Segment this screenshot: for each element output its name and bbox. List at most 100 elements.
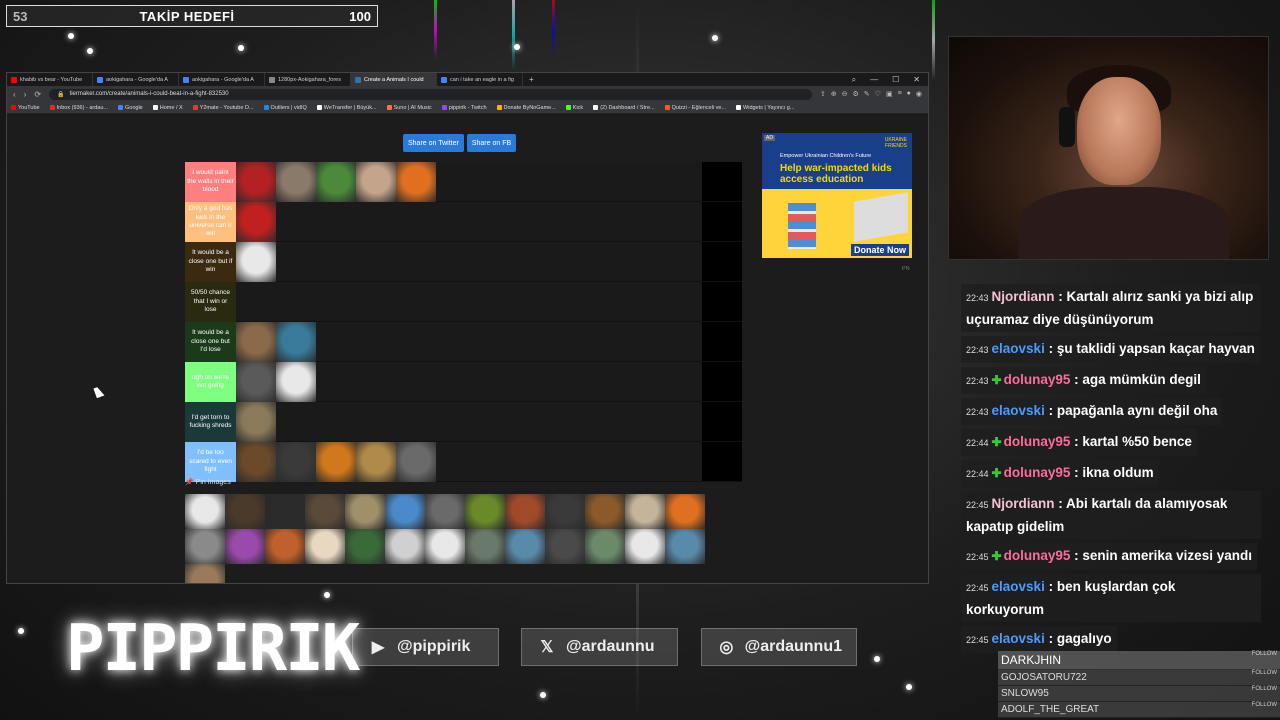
bookmark-item[interactable]: Y2mate - Youtube D...	[192, 105, 254, 111]
forward-icon[interactable]: ›	[24, 90, 27, 99]
chat-username[interactable]: elaovski	[992, 631, 1045, 646]
maximize-icon[interactable]: ☐	[892, 75, 899, 85]
bookmark-item[interactable]: Quizzi - Eğlenceli ve...	[664, 105, 726, 111]
extension-icon[interactable]: ⊖	[842, 90, 848, 98]
animal-image[interactable]	[396, 442, 436, 482]
extension-icon[interactable]: ▣	[886, 90, 893, 98]
bookmark-item[interactable]: Kick	[565, 105, 583, 111]
animal-image[interactable]	[276, 162, 316, 202]
animal-image[interactable]	[236, 322, 276, 362]
bookmark-item[interactable]: Inbox (936) - ardau...	[49, 105, 108, 111]
animal-image[interactable]	[276, 322, 316, 362]
animal-image[interactable]	[585, 494, 625, 529]
animal-image[interactable]	[305, 494, 345, 529]
animal-image[interactable]	[345, 494, 385, 529]
tier-settings[interactable]	[702, 162, 742, 201]
chat-username[interactable]: Njordiann	[992, 496, 1055, 511]
animal-image[interactable]	[585, 529, 625, 564]
reload-icon[interactable]: ⟳	[34, 90, 41, 99]
chat-username[interactable]: Njordiann	[992, 289, 1055, 304]
social-instagram-link[interactable]: ◎ @ardaunnu1	[701, 628, 857, 666]
bookmark-item[interactable]: Google	[118, 105, 143, 111]
tier-settings[interactable]	[702, 242, 742, 281]
animal-image[interactable]	[505, 494, 545, 529]
extension-icon[interactable]: ◉	[916, 90, 922, 98]
new-tab-button[interactable]: +	[523, 75, 540, 84]
animal-image[interactable]	[385, 494, 425, 529]
chat-username[interactable]: elaovski	[992, 341, 1045, 356]
tier-label[interactable]: 50/50 chance that I win or lose	[185, 282, 236, 322]
back-icon[interactable]: ‹	[13, 90, 16, 99]
bookmark-item[interactable]: Widgets | Yayıncı g...	[736, 105, 794, 111]
tab-search-icon[interactable]: ⌕	[852, 75, 856, 85]
animal-image[interactable]	[356, 162, 396, 202]
animal-image[interactable]	[345, 529, 385, 564]
tier-settings[interactable]	[702, 402, 742, 441]
extension-icon[interactable]: ●	[907, 90, 911, 98]
chat-username[interactable]: elaovski	[992, 579, 1045, 594]
bookmark-item[interactable]: Donate ByNoGame...	[496, 105, 556, 111]
url-field[interactable]: 🔒 tiermaker.com/create/animals-i-could-b…	[49, 88, 812, 100]
chat-username[interactable]: dolunay95	[1004, 465, 1071, 480]
bookmark-item[interactable]: Outliers | vidIQ	[263, 105, 307, 111]
animal-image[interactable]	[276, 442, 316, 482]
animal-image[interactable]	[425, 529, 465, 564]
animal-image[interactable]	[505, 529, 545, 564]
browser-tab[interactable]: khabib vs bear - YouTube	[7, 73, 93, 86]
animal-image[interactable]	[236, 402, 276, 442]
tier-label[interactable]: I would paint the walls in their blood	[185, 162, 236, 202]
tier-settings[interactable]	[702, 202, 742, 241]
animal-image[interactable]	[265, 529, 305, 564]
animal-image[interactable]	[225, 494, 265, 529]
minimize-icon[interactable]: —	[870, 75, 878, 85]
animal-image[interactable]	[236, 242, 276, 282]
animal-image[interactable]	[265, 494, 305, 529]
tier-settings[interactable]	[702, 362, 742, 401]
animal-image[interactable]	[236, 362, 276, 402]
animal-image[interactable]	[625, 494, 665, 529]
animal-image[interactable]	[545, 529, 585, 564]
animal-image[interactable]	[665, 529, 705, 564]
extension-icon[interactable]: ≡	[898, 90, 902, 98]
animal-image[interactable]	[236, 162, 276, 202]
bookmark-item[interactable]: WeTransfer | Büyük...	[316, 105, 377, 111]
animal-image[interactable]	[316, 162, 356, 202]
animal-image[interactable]	[385, 529, 425, 564]
extension-icon[interactable]: ⊕	[831, 90, 837, 98]
social-x-link[interactable]: 𝕏 @ardaunnu	[521, 628, 678, 666]
animal-image[interactable]	[276, 362, 316, 402]
ad-donate-button[interactable]: Donate Now	[850, 244, 909, 256]
chat-username[interactable]: dolunay95	[1004, 434, 1071, 449]
browser-tab[interactable]: 1280px-Aokigahara_fores	[265, 73, 351, 86]
tier-label[interactable]: I'd be too scared to even fight	[185, 442, 236, 482]
animal-image[interactable]	[465, 529, 505, 564]
animal-image[interactable]	[316, 442, 356, 482]
pin-images-header[interactable]: 📌 Pin Images	[185, 478, 231, 486]
tier-label[interactable]: It would be a close one but I'd lose	[185, 322, 236, 362]
browser-tab[interactable]: can i take an eagle in a fig	[437, 73, 523, 86]
chat-username[interactable]: dolunay95	[1004, 548, 1071, 563]
tier-label[interactable]: Only a god has luck in the universe can …	[185, 202, 236, 242]
chat-username[interactable]: elaovski	[992, 403, 1045, 418]
animal-image[interactable]	[305, 529, 345, 564]
animal-image[interactable]	[465, 494, 505, 529]
tier-settings[interactable]	[702, 322, 742, 361]
animal-image[interactable]	[185, 494, 225, 529]
tier-label[interactable]: I'd get torn to fucking shreds	[185, 402, 236, 442]
browser-tab[interactable]: Create a Animals I could	[351, 73, 437, 86]
tier-settings[interactable]	[702, 282, 742, 321]
animal-image[interactable]	[356, 442, 396, 482]
extension-icon[interactable]: ✎	[864, 90, 870, 98]
extension-icon[interactable]: ⚙	[853, 90, 859, 98]
browser-tab[interactable]: aokigahara - Google'da A	[179, 73, 265, 86]
tier-label[interactable]: ugh oh we're not going	[185, 362, 236, 402]
ad-banner[interactable]: AD UKRAINE FRIENDS Empower Ukrainian Chi…	[762, 133, 912, 258]
browser-tab[interactable]: aokigahara - Google'da A	[93, 73, 179, 86]
animal-image[interactable]	[225, 529, 265, 564]
tier-settings[interactable]	[702, 442, 742, 481]
animal-image[interactable]	[396, 162, 436, 202]
animal-image[interactable]	[425, 494, 465, 529]
animal-image[interactable]	[185, 529, 225, 564]
extension-icon[interactable]: ⇪	[820, 90, 826, 98]
bookmark-item[interactable]: Home / X	[152, 105, 183, 111]
